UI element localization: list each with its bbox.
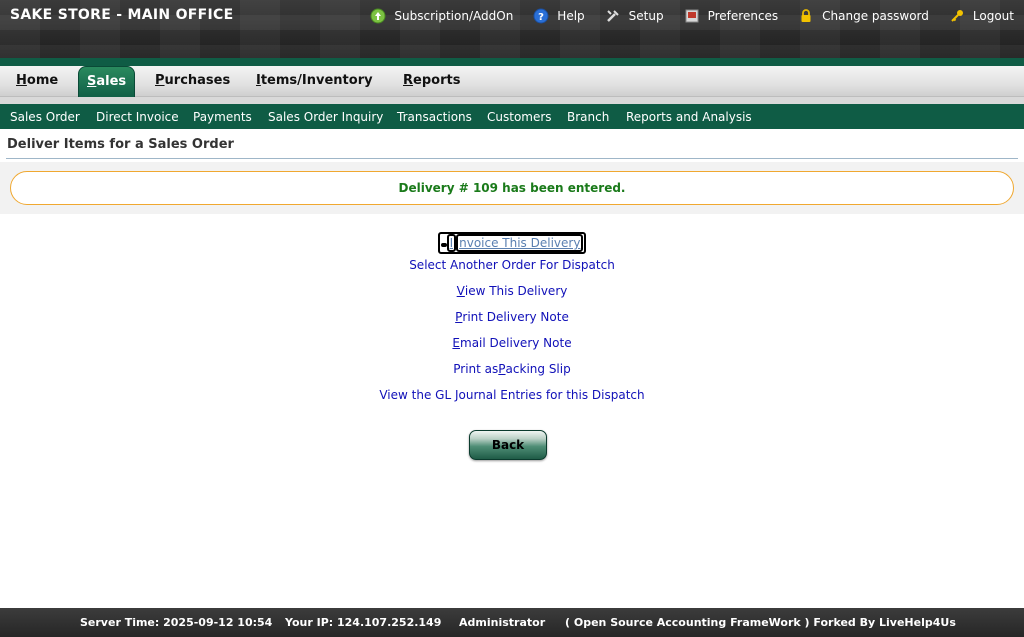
- subnav-direct-invoice[interactable]: Direct Invoice: [96, 110, 179, 124]
- select-another-order-text: Select Another Order For Dispatch: [409, 258, 615, 272]
- tab-home-label: ome: [26, 73, 59, 88]
- tab-sales-accesskey: S: [87, 74, 97, 89]
- top-links: Subscription/AddOn ? Help Setup Preferen…: [350, 6, 1014, 26]
- server-time: Server Time: 2025-09-12 10:54: [80, 616, 273, 629]
- view-delivery-text: View This Delivery: [457, 284, 568, 298]
- select-another-order-link[interactable]: Select Another Order For Dispatch: [0, 258, 1024, 272]
- setup-link[interactable]: Setup: [605, 6, 664, 26]
- logout-link[interactable]: Logout: [949, 6, 1014, 26]
- link-text-pre: Print as: [453, 362, 499, 376]
- lock-icon: [798, 8, 814, 24]
- tab-home-accesskey: H: [16, 73, 27, 88]
- view-gl-entries-text: View the GL Journal Entries for this Dis…: [379, 388, 644, 402]
- subnav-payments[interactable]: Payments: [193, 110, 252, 124]
- subnav-sales-order[interactable]: Sales Order: [10, 110, 80, 124]
- footer: Server Time: 2025-09-12 10:54 Your IP: 1…: [0, 608, 1024, 637]
- print-packing-slip-link[interactable]: Print as Packing Slip: [0, 362, 1024, 376]
- link-text: iew This Delivery: [464, 284, 568, 298]
- subnav-customers[interactable]: Customers: [487, 110, 552, 124]
- user-ip: Your IP: 124.107.252.149: [285, 616, 442, 629]
- tab-reports-accesskey: R: [403, 73, 414, 88]
- subnav-reports-analysis[interactable]: Reports and Analysis: [626, 110, 752, 124]
- page-title: Deliver Items for a Sales Order: [7, 137, 234, 152]
- tab-items-label: tems/Inventory: [260, 73, 373, 88]
- help-link[interactable]: ? Help: [533, 6, 585, 26]
- link-accesskey: V: [456, 284, 465, 298]
- title-divider: [6, 158, 1018, 159]
- current-user: Administrator: [459, 616, 546, 629]
- link-accesskey: E: [452, 336, 461, 350]
- help-label: Help: [557, 9, 585, 23]
- print-packing-slip-text: Print as Packing Slip: [453, 362, 570, 376]
- subscription-link[interactable]: Subscription/AddOn: [370, 6, 513, 26]
- company-name: SAKE STORE - MAIN OFFICE: [10, 7, 234, 23]
- preferences-link[interactable]: Preferences: [684, 6, 779, 26]
- tab-purchases-accesskey: P: [155, 73, 165, 88]
- print-delivery-note-text: Print Delivery Note: [455, 310, 569, 324]
- link-text: mail Delivery Note: [460, 336, 572, 350]
- view-delivery-link[interactable]: View This Delivery: [0, 284, 1024, 298]
- tab-purchases-label: urchases: [164, 73, 231, 88]
- link-text: View the GL Journal Entries for this Dis…: [379, 388, 645, 402]
- view-gl-entries-link[interactable]: View the GL Journal Entries for this Dis…: [0, 388, 1024, 402]
- subscription-label: Subscription/AddOn: [394, 9, 514, 23]
- nav-gap: [0, 97, 1024, 104]
- logout-label: Logout: [972, 9, 1014, 23]
- tab-items-inventory[interactable]: Items/Inventory: [256, 73, 373, 88]
- tab-purchases[interactable]: Purchases: [155, 73, 230, 88]
- change-password-link[interactable]: Change password: [798, 6, 929, 26]
- email-delivery-note-link[interactable]: Email Delivery Note: [0, 336, 1024, 350]
- upload-icon: [370, 8, 386, 24]
- header-divider: [0, 58, 1024, 66]
- message-area: Delivery # 109 has been entered.: [0, 162, 1024, 214]
- setup-label: Setup: [628, 9, 664, 23]
- sub-nav: Sales Order Direct Invoice Payments Sale…: [0, 104, 1024, 129]
- footer-credit[interactable]: ( Open Source Accounting FrameWork ) For…: [565, 616, 956, 629]
- back-button[interactable]: Back: [469, 430, 547, 460]
- tab-reports-label: eports: [413, 73, 461, 88]
- tab-home[interactable]: Home: [16, 73, 58, 88]
- tab-sales-label: ales: [96, 74, 127, 89]
- link-accesskey: P: [498, 362, 506, 376]
- email-delivery-note-text: Email Delivery Note: [452, 336, 571, 350]
- key-icon: [949, 8, 965, 24]
- print-delivery-note-link[interactable]: Print Delivery Note: [0, 310, 1024, 324]
- link-text-pre: [440, 243, 447, 247]
- subnav-sales-order-inquiry[interactable]: Sales Order Inquiry: [268, 110, 383, 124]
- invoice-delivery-text: Invoice This Delivery: [437, 232, 587, 254]
- success-message: Delivery # 109 has been entered.: [10, 171, 1014, 205]
- link-text: acking Slip: [505, 362, 571, 376]
- link-text: Select Another Order For Dispatch: [409, 258, 615, 272]
- wrench-icon: [605, 8, 621, 24]
- change-password-label: Change password: [822, 9, 929, 23]
- tab-sales[interactable]: Sales: [78, 66, 136, 100]
- link-text: nvoice This Delivery: [456, 234, 584, 252]
- help-icon: ?: [533, 8, 549, 24]
- subnav-branch[interactable]: Branch: [567, 110, 609, 124]
- preferences-icon: [684, 8, 700, 24]
- svg-text:?: ?: [538, 12, 544, 23]
- invoice-delivery-link[interactable]: Invoice This Delivery: [0, 232, 1024, 254]
- main-nav: Home Sales Purchases Items/Inventory Rep…: [0, 66, 1024, 100]
- link-accesskey: P: [455, 310, 463, 324]
- link-text: rint Delivery Note: [462, 310, 569, 324]
- link-accesskey: I: [446, 234, 457, 252]
- top-header: SAKE STORE - MAIN OFFICE Subscription/Ad…: [0, 0, 1024, 58]
- tab-reports[interactable]: Reports: [403, 73, 460, 88]
- subnav-transactions[interactable]: Transactions: [397, 110, 472, 124]
- preferences-label: Preferences: [707, 9, 779, 23]
